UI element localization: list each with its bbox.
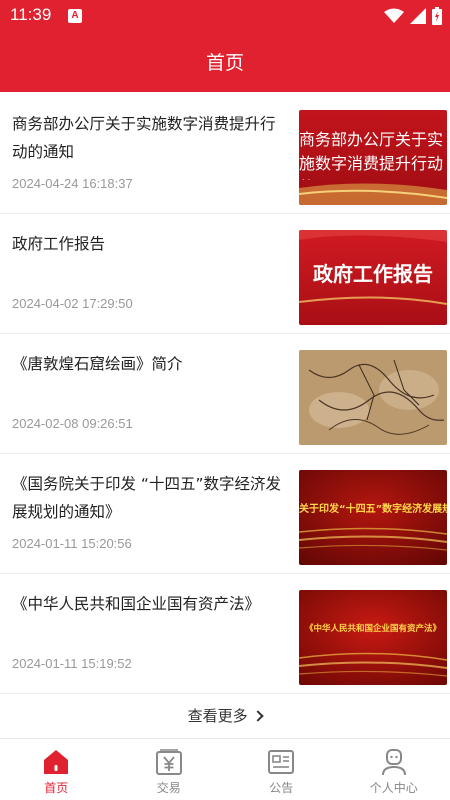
status-icons [384,6,442,26]
person-icon [381,749,406,776]
article-title: 商务部办公厅关于实施数字消费提升行动的通知 [12,115,276,161]
home-icon [44,750,69,774]
bottom-tab-bar: 首页 交易 公告 个人中心 [0,738,450,800]
article-time: 2024-04-24 16:18:37 [12,176,133,191]
article-time: 2024-04-02 17:29:50 [12,296,133,311]
chevron-right-icon [252,710,265,722]
view-more-label: 查看更多 [187,707,248,725]
article-thumbnail-painting [299,350,447,445]
tab-notice[interactable]: 公告 [225,739,338,800]
thumbnail-caption: 关于印发“十四五”数字经济发展规划 [299,504,447,515]
article-time: 2024-02-08 09:26:51 [12,416,133,431]
article-list: 商务部办公厅关于实施数字消费提升行动的通知 2024-04-24 16:18:3… [0,94,450,694]
notice-icon [268,750,295,774]
tab-label: 个人中心 [369,781,418,795]
status-time: 11:39 [10,5,52,24]
article-title: 《唐敦煌石窟绘画》简介 [12,355,183,373]
article-thumbnail: 政府工作报告 [299,230,447,325]
tab-label: 公告 [269,781,294,795]
list-item[interactable]: 《唐敦煌石窟绘画》简介 2024-02-08 09:26:51 [0,334,450,454]
thumbnail-caption: 《中华人民共和国企业国有资产法》 [304,624,441,634]
article-thumbnail: 《中华人民共和国企业国有资产法》 [299,590,447,685]
article-title: 《国务院关于印发 “十四五”数字经济发展规划的通知》 [12,475,281,521]
article-title: 《中华人民共和国企业国有资产法》 [12,595,261,613]
list-item[interactable]: 《国务院关于印发 “十四五”数字经济发展规划的通知》 2024-01-11 15… [0,454,450,574]
thumbnail-caption: 商务部办公厅关于实施数字消费提升行动的通 [299,130,444,180]
article-thumbnail: 商务部办公厅关于实施数字消费提升行动的通 [299,110,447,205]
status-bar: 11:39 A [0,0,450,32]
view-more-link[interactable]: 查看更多 [0,700,450,732]
app-header: 首页 [0,32,450,92]
signal-icon [410,8,426,24]
tab-profile[interactable]: 个人中心 [338,739,450,800]
article-time: 2024-01-11 15:19:52 [12,656,132,671]
article-thumbnail: 关于印发“十四五”数字经济发展规划 [299,470,447,565]
page-title: 首页 [205,52,244,74]
tab-trade[interactable]: 交易 [113,739,226,800]
article-title: 政府工作报告 [12,235,106,253]
tab-label: 首页 [44,781,69,795]
thumbnail-caption: 政府工作报告 [313,262,433,286]
tab-home[interactable]: 首页 [0,739,113,800]
tab-label: 交易 [156,781,181,795]
yuan-icon [155,749,182,775]
battery-icon [432,7,442,25]
wifi-icon [384,8,404,23]
notification-a-icon: A [68,9,82,23]
list-item[interactable]: 《中华人民共和国企业国有资产法》 2024-01-11 15:19:52 《中华… [0,574,450,694]
list-item[interactable]: 商务部办公厅关于实施数字消费提升行动的通知 2024-04-24 16:18:3… [0,94,450,214]
article-time: 2024-01-11 15:20:56 [12,536,132,551]
list-item[interactable]: 政府工作报告 2024-04-02 17:29:50 政府工作报告 [0,214,450,334]
